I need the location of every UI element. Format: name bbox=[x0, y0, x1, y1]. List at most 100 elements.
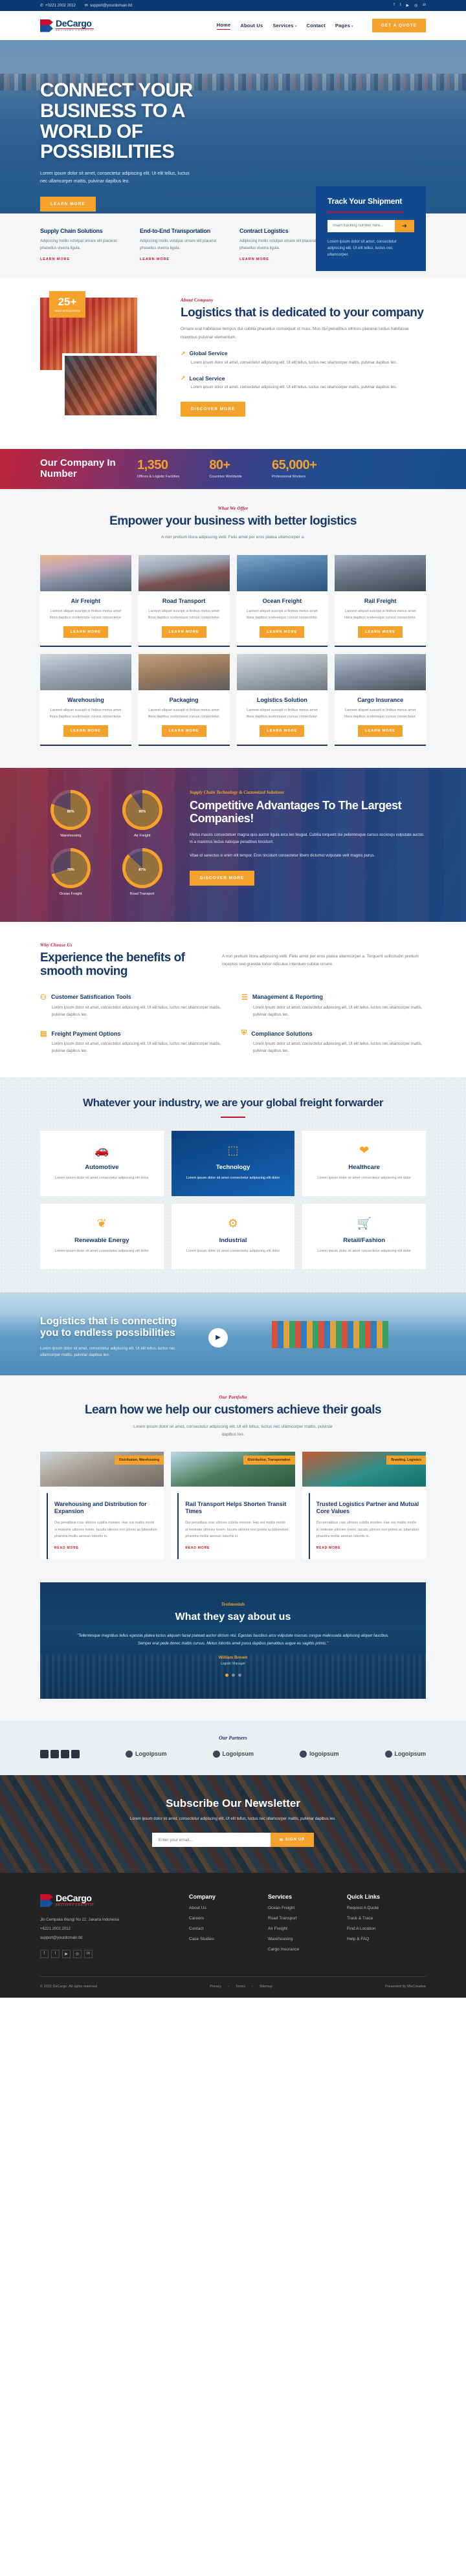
service-learn-more-button[interactable]: LEARN MORE bbox=[161, 626, 206, 638]
portfolio-card-warehousing[interactable]: Distribution, Warehousing Warehousing an… bbox=[40, 1451, 164, 1559]
youtube-icon[interactable]: ▶ bbox=[406, 3, 409, 8]
competitive-advantages-section: 80% Warehousing 90% Air Freight 70% Ocea… bbox=[0, 768, 466, 922]
portfolio-card-desc: Dui penatibus cras ultrices cubilia mont… bbox=[316, 1521, 419, 1539]
industry-desc: Lorem ipsum dolor sit amet consectetur a… bbox=[186, 1176, 280, 1181]
linkedin-icon[interactable]: in bbox=[84, 1949, 93, 1958]
portfolio-card-rail-transport[interactable]: Distribution, Transportation Rail Transp… bbox=[171, 1451, 295, 1559]
footer-link-warehousing[interactable]: Warehousing bbox=[268, 1937, 347, 1941]
tracking-number-input[interactable] bbox=[327, 219, 395, 232]
footer-phone[interactable]: +6221.2002.2012 bbox=[40, 1925, 189, 1933]
carousel-dot-3[interactable] bbox=[238, 1673, 241, 1677]
footer-link-careers[interactable]: Careers bbox=[189, 1916, 268, 1921]
video-cta-section: Logistics that is connecting you to endl… bbox=[0, 1292, 466, 1375]
topbar-email[interactable]: ✉ support@yourdomain.ltd bbox=[85, 3, 133, 8]
advantages-discover-more-button[interactable]: DISCOVER MORE bbox=[190, 870, 255, 886]
service-desc: Laoreet aliquet suscipit si finibus metu… bbox=[49, 708, 122, 719]
service-learn-more-button[interactable]: LEARN MORE bbox=[161, 725, 206, 737]
service-learn-more-button[interactable]: LEARN MORE bbox=[260, 725, 305, 737]
teaser-learn-more-link[interactable]: LEARN MORE bbox=[140, 257, 223, 261]
footer-link-request-a-quote[interactable]: Request A Quote bbox=[347, 1906, 426, 1910]
industry-card-retail-fashion[interactable]: 🛒 Retail/Fashion Lorem ipsum dolor sit a… bbox=[302, 1203, 426, 1269]
carousel-dot-1[interactable] bbox=[225, 1673, 228, 1677]
nav-item-pages[interactable]: Pages ▾ bbox=[335, 23, 353, 28]
footer-email[interactable]: support@yourdomain.tld bbox=[40, 1934, 189, 1942]
footer-link-road-transport[interactable]: Road Transport bbox=[268, 1916, 347, 1921]
logo-tagline: DELIVERY LOGISTIC bbox=[56, 28, 94, 32]
footer-link-ocean-freight[interactable]: Ocean Freight bbox=[268, 1906, 347, 1910]
facebook-icon[interactable]: f bbox=[394, 3, 395, 8]
footer-link-cargo-insurance[interactable]: Cargo Insurance bbox=[268, 1947, 347, 1952]
people-icon: ⚇ bbox=[40, 993, 47, 1001]
nav-item-contact[interactable]: Contact bbox=[307, 23, 326, 28]
service-learn-more-button[interactable]: LEARN MORE bbox=[63, 626, 108, 638]
industry-card-automotive[interactable]: 🚗 Automotive Lorem ipsum dolor sit amet … bbox=[40, 1131, 164, 1196]
service-learn-more-button[interactable]: LEARN MORE bbox=[358, 626, 403, 638]
get-a-quote-button[interactable]: GET A QUOTE bbox=[372, 19, 426, 32]
twitter-icon[interactable]: t bbox=[400, 3, 401, 8]
footer-link-help-faq[interactable]: Help & FAQ bbox=[347, 1937, 426, 1941]
topbar-phone[interactable]: ✆ +0221 2002 2012 bbox=[40, 3, 76, 8]
industry-title: Automotive bbox=[85, 1164, 119, 1172]
why-features-grid: ⚇ Customer Satisfication Tools Lorem ips… bbox=[40, 993, 426, 1055]
footer-link-sitemap[interactable]: Sitemap bbox=[260, 1985, 272, 1989]
nav-item-about-us[interactable]: About Us bbox=[240, 23, 263, 28]
industry-desc: Lorem ipsum dolor sit amet consectetur a… bbox=[317, 1249, 411, 1253]
teaser-end-to-end-transportation[interactable]: End-to-End Transportation Adipiscing mol… bbox=[140, 228, 223, 261]
carousel-dot-2[interactable] bbox=[231, 1673, 235, 1677]
newsletter-signup-button[interactable]: ✉ SIGN UP bbox=[270, 1833, 314, 1848]
service-learn-more-button[interactable]: LEARN MORE bbox=[358, 725, 403, 737]
service-card-ocean-freight[interactable]: Ocean Freight Laoreet aliquet suscipit s… bbox=[236, 554, 328, 647]
service-learn-more-button[interactable]: LEARN MORE bbox=[63, 725, 108, 737]
service-card-rail-freight[interactable]: Rail Freight Laoreet aliquet suscipit si… bbox=[335, 554, 426, 647]
instagram-icon[interactable]: ◎ bbox=[73, 1949, 82, 1958]
advantages-title: Competitive Advantages To The Largest Co… bbox=[190, 799, 402, 825]
footer-link-case-studies[interactable]: Case Studies bbox=[189, 1937, 268, 1941]
portfolio-read-more-link[interactable]: READ MORE bbox=[316, 1546, 419, 1550]
industry-card-industrial[interactable]: ⚙ Industrial Lorem ipsum dolor sit amet … bbox=[171, 1203, 295, 1269]
play-icon[interactable]: ▶ bbox=[208, 1327, 228, 1348]
hero-learn-more-button[interactable]: LEARN MORE bbox=[40, 196, 96, 212]
service-learn-more-button[interactable]: LEARN MORE bbox=[260, 626, 305, 638]
footer-link-privacy[interactable]: Privacy bbox=[210, 1985, 221, 1989]
partner-logo-squares bbox=[40, 1749, 80, 1758]
service-card-warehousing[interactable]: Warehousing Laoreet aliquet suscipit si … bbox=[40, 653, 131, 747]
footer-link-find-a-location[interactable]: Find A Location bbox=[347, 1927, 426, 1931]
service-card-packaging[interactable]: Packaging Laoreet aliquet suscipit si fi… bbox=[138, 653, 230, 747]
about-discover-more-button[interactable]: DISCOVER MORE bbox=[181, 402, 246, 417]
footer-link-about-us[interactable]: About Us bbox=[189, 1906, 268, 1910]
service-card-air-freight[interactable]: Air Freight Laoreet aliquet suscipit si … bbox=[40, 554, 131, 647]
track-panel-note: Lorem ipsum dolor sit amet, consectetur … bbox=[327, 239, 397, 257]
industry-card-healthcare[interactable]: ❤ Healthcare Lorem ipsum dolor sit amet … bbox=[302, 1131, 426, 1196]
youtube-icon[interactable]: ▶ bbox=[62, 1949, 71, 1958]
instagram-icon[interactable]: ◎ bbox=[414, 3, 417, 8]
footer-link-track-trace[interactable]: Track & Trace bbox=[347, 1916, 426, 1921]
industry-card-renewable-energy[interactable]: ❦ Renewable Energy Lorem ipsum dolor sit… bbox=[40, 1203, 164, 1269]
portfolio-read-more-link[interactable]: READ MORE bbox=[185, 1546, 288, 1550]
teaser-supply-chain-solutions[interactable]: Supply Chain Solutions Adipiscing mollis… bbox=[40, 228, 123, 261]
service-card-cargo-insurance[interactable]: Cargo Insurance Laoreet aliquet suscipit… bbox=[335, 653, 426, 747]
portfolio-read-more-link[interactable]: READ MORE bbox=[54, 1546, 157, 1550]
nav-item-services[interactable]: Services ▾ bbox=[272, 23, 296, 28]
newsletter-email-input[interactable] bbox=[152, 1833, 271, 1848]
service-card-logistics-solution[interactable]: Logistics Solution Laoreet aliquet susci… bbox=[236, 653, 328, 747]
linkedin-icon[interactable]: in bbox=[423, 3, 426, 8]
service-title: Air Freight bbox=[71, 597, 101, 604]
footer-link-terms[interactable]: Terms bbox=[236, 1985, 245, 1989]
portfolio-thumbnail: Distribution, Warehousing bbox=[40, 1451, 164, 1487]
industry-card-technology[interactable]: ⬚ Technology Lorem ipsum dolor sit amet … bbox=[171, 1131, 295, 1196]
service-thumbnail bbox=[236, 653, 328, 690]
service-card-road-transport[interactable]: Road Transport Laoreet aliquet suscipit … bbox=[138, 554, 230, 647]
testimonial-carousel-dots[interactable] bbox=[74, 1673, 392, 1677]
track-submit-button[interactable]: ➔ bbox=[395, 219, 414, 232]
footer-link-air-freight[interactable]: Air Freight bbox=[268, 1927, 347, 1931]
nav-item-home[interactable]: Home bbox=[216, 22, 231, 30]
footer-logo[interactable]: DeCargo DELIVERY LOGISTIC bbox=[40, 1894, 189, 1907]
facebook-icon[interactable]: f bbox=[40, 1949, 49, 1958]
portfolio-card-trusted-partner[interactable]: Branding, Logistics Trusted Logistics Pa… bbox=[302, 1451, 426, 1559]
teaser-contract-logistics[interactable]: Contract Logistics Adipiscing mollis vol… bbox=[239, 228, 322, 261]
teaser-learn-more-link[interactable]: LEARN MORE bbox=[40, 257, 123, 261]
site-logo[interactable]: DeCargo DELIVERY LOGISTIC bbox=[40, 19, 94, 32]
twitter-icon[interactable]: t bbox=[51, 1949, 60, 1958]
teaser-learn-more-link[interactable]: LEARN MORE bbox=[239, 257, 322, 261]
footer-link-contact[interactable]: Contact bbox=[189, 1927, 268, 1931]
